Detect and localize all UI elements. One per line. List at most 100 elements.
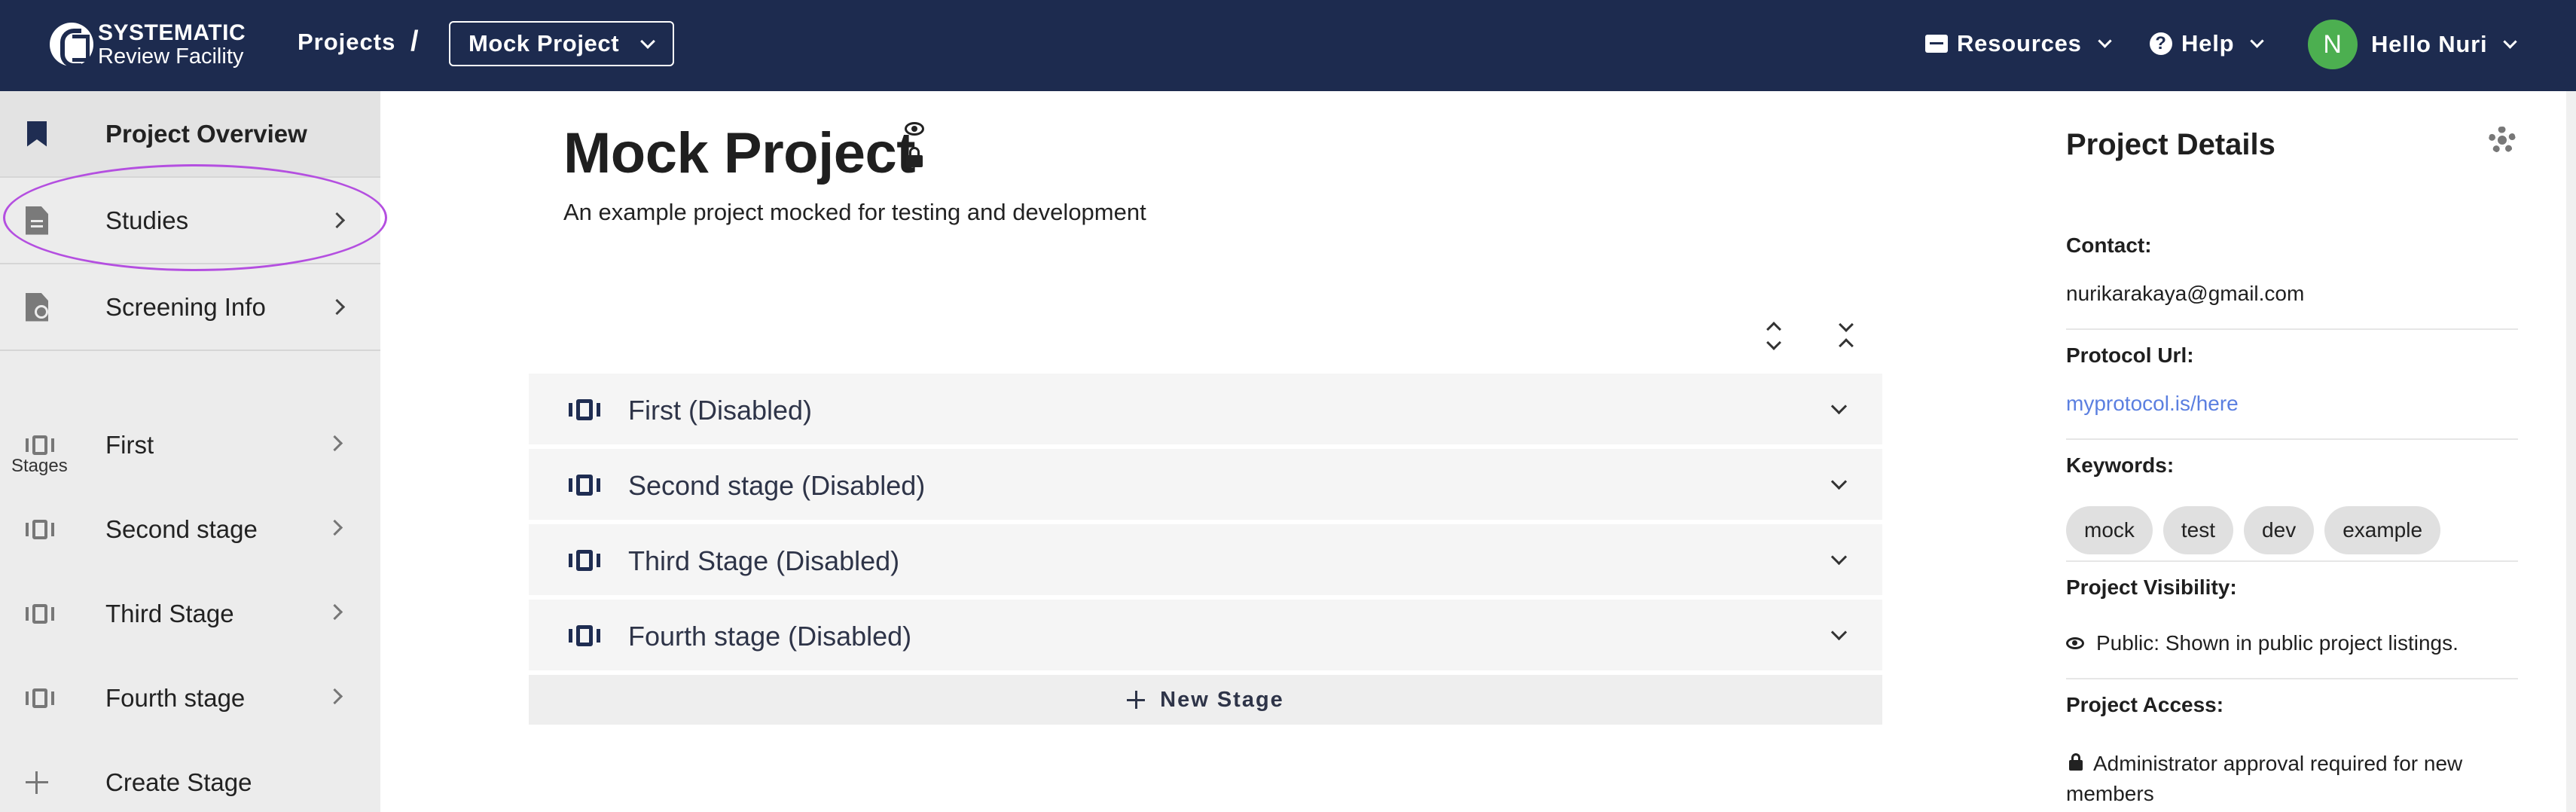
chevron-down-icon xyxy=(1830,398,1848,415)
chevron-down-icon xyxy=(640,34,655,49)
sidebar-stage-second[interactable]: Second stage xyxy=(0,488,380,572)
visibility-label: Project Visibility: xyxy=(2066,575,2237,599)
divider xyxy=(2066,438,2518,440)
sidebar-item-label: Screening Info xyxy=(105,292,266,321)
document-icon xyxy=(26,206,48,235)
keyword-chip: dev xyxy=(2244,506,2315,554)
chevron-right-icon xyxy=(326,688,343,705)
chevron-down-icon xyxy=(1830,624,1848,641)
chevron-right-icon xyxy=(326,435,343,452)
bookmark-icon xyxy=(27,121,47,147)
access-label: Project Access: xyxy=(2066,693,2224,716)
new-stage-label: New Stage xyxy=(1160,687,1284,712)
access-value: Administrator approval required for new … xyxy=(2066,752,2463,805)
sidebar-item-studies[interactable]: Studies xyxy=(0,178,380,263)
stage-icon xyxy=(24,435,56,455)
stage-icon xyxy=(24,604,56,624)
keyword-chip: example xyxy=(2324,506,2441,554)
user-greeting: Hello Nuri xyxy=(2371,31,2488,57)
project-select-label: Mock Project xyxy=(469,30,620,56)
avatar: N xyxy=(2308,20,2358,69)
chevron-right-icon xyxy=(326,603,343,621)
help-menu[interactable]: ? Help xyxy=(2150,27,2265,60)
page-title: Mock Project xyxy=(563,121,916,185)
chevron-down-icon xyxy=(1830,473,1848,490)
keyword-chip: mock xyxy=(2066,506,2153,554)
breadcrumb-projects-link[interactable]: Projects xyxy=(298,29,395,56)
stage-icon xyxy=(568,550,601,571)
lock-icon xyxy=(906,147,923,167)
protocol-url-link[interactable]: myprotocol.is/here xyxy=(2066,392,2239,416)
resources-icon xyxy=(1925,35,1948,53)
sidebar-stage-first[interactable]: First xyxy=(0,404,380,488)
help-icon: ? xyxy=(2150,32,2172,55)
divider xyxy=(0,350,380,351)
project-select-dropdown[interactable]: Mock Project xyxy=(449,21,674,66)
visibility-row: Public: Shown in public project listings… xyxy=(2066,631,2458,655)
sidebar-item-screening-info[interactable]: Screening Info xyxy=(0,264,380,350)
resources-label: Resources xyxy=(1957,30,2082,56)
sidebar-stage-label: First xyxy=(105,431,154,459)
collapse-all-icon[interactable] xyxy=(1833,317,1860,356)
project-description: An example project mocked for testing an… xyxy=(563,199,1146,225)
eye-icon xyxy=(905,122,924,136)
new-stage-button[interactable]: New Stage xyxy=(529,675,1882,725)
sidebar-stage-third[interactable]: Third Stage xyxy=(0,572,380,657)
chevron-right-icon xyxy=(328,212,346,229)
keyword-chip: test xyxy=(2162,506,2234,554)
sidebar-item-project-overview[interactable]: Project Overview xyxy=(0,91,380,176)
stage-panel[interactable]: Second stage (Disabled) xyxy=(529,449,1882,521)
stage-icon xyxy=(568,625,601,646)
stage-panel-label: First (Disabled) xyxy=(628,395,813,426)
sidebar-stage-label: Second stage xyxy=(105,515,258,543)
sidebar-item-label: Studies xyxy=(105,206,189,234)
logo-line1: SYSTEMATIC xyxy=(98,20,246,45)
eye-icon xyxy=(2066,637,2084,649)
chevron-down-icon xyxy=(1830,548,1848,566)
plus-icon xyxy=(1127,691,1146,709)
visibility-value: Public: Shown in public project listings… xyxy=(2096,631,2458,655)
chevron-down-icon xyxy=(2250,33,2265,48)
project-details-title: Project Details xyxy=(2066,128,2275,161)
keywords-list: mock test dev example xyxy=(2066,506,2451,554)
sidebar: Project Overview Studies Screening Info … xyxy=(0,91,380,812)
screening-icon xyxy=(26,292,48,322)
lock-icon xyxy=(2069,753,2083,771)
chevron-down-icon xyxy=(2098,33,2112,48)
divider xyxy=(2066,560,2518,562)
stage-icon xyxy=(568,475,601,496)
chevron-down-icon xyxy=(2503,34,2518,49)
resources-menu[interactable]: Resources xyxy=(1925,27,2112,60)
plus-icon xyxy=(26,771,48,794)
expand-all-icon[interactable] xyxy=(1761,319,1788,356)
chevron-right-icon xyxy=(326,519,343,536)
gear-icon[interactable] xyxy=(2489,127,2516,154)
divider xyxy=(2066,328,2518,330)
stage-icon xyxy=(24,520,56,539)
stage-panel-label: Fourth stage (Disabled) xyxy=(628,621,912,652)
help-label: Help xyxy=(2181,30,2235,56)
access-row: Administrator approval required for new … xyxy=(2066,749,2518,809)
stage-icon xyxy=(24,688,56,708)
contact-value: nurikarakaya@gmail.com xyxy=(2066,282,2305,305)
create-stage-button[interactable]: Create Stage xyxy=(0,741,380,812)
stage-icon xyxy=(568,399,601,420)
stage-panel-label: Second stage (Disabled) xyxy=(628,470,926,501)
stage-panel-label: Third Stage (Disabled) xyxy=(628,545,900,576)
chevron-right-icon xyxy=(328,298,346,316)
stage-panel[interactable]: Fourth stage (Disabled) xyxy=(529,600,1882,672)
stage-panel[interactable]: Third Stage (Disabled) xyxy=(529,524,1882,597)
contact-label: Contact: xyxy=(2066,234,2152,257)
top-navbar: SYSTEMATIC Review Facility Projects / Mo… xyxy=(0,0,2576,91)
create-stage-label: Create Stage xyxy=(105,768,252,796)
app-logo[interactable]: SYSTEMATIC Review Facility xyxy=(50,20,246,69)
sidebar-item-label: Project Overview xyxy=(105,119,307,148)
divider xyxy=(2066,678,2518,679)
user-menu[interactable]: N Hello Nuri xyxy=(2308,20,2518,69)
stage-panel[interactable]: First (Disabled) xyxy=(529,374,1882,446)
sidebar-stage-fourth[interactable]: Fourth stage xyxy=(0,657,380,741)
keywords-label: Keywords: xyxy=(2066,453,2175,477)
sidebar-stage-label: Third Stage xyxy=(105,600,234,627)
logo-mark-icon xyxy=(50,23,93,68)
scrollbar[interactable] xyxy=(2566,91,2576,812)
